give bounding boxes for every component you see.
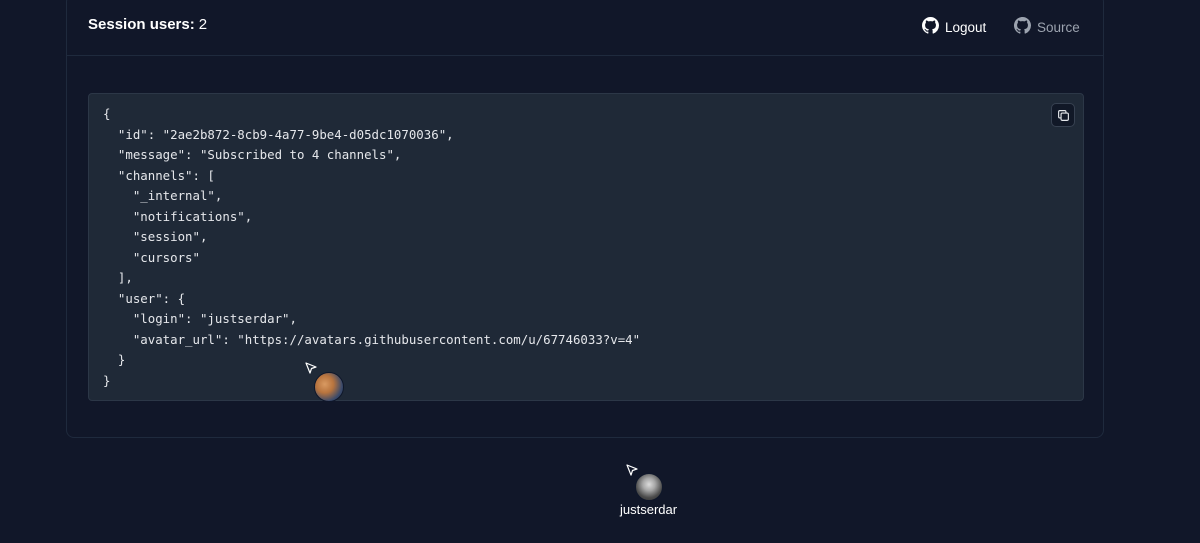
- logout-label: Logout: [945, 19, 987, 35]
- session-users-count: 2: [198, 16, 208, 33]
- github-icon: [922, 17, 939, 37]
- local-user-name: justserdar: [620, 502, 678, 517]
- session-users-label: Session users:: [88, 16, 195, 33]
- local-user-avatar: [635, 473, 663, 501]
- source-link[interactable]: Source: [1014, 17, 1080, 37]
- remote-cursor-icon: [305, 361, 317, 379]
- card-header: Session users: 2 Logout Source: [67, 0, 1103, 56]
- source-label: Source: [1037, 19, 1080, 35]
- local-cursor-icon: [626, 463, 638, 481]
- json-content: { "id": "2ae2b872-8cb9-4a77-9be4-d05dc10…: [103, 106, 641, 388]
- session-users: Session users: 2: [88, 16, 207, 33]
- copy-icon: [1057, 109, 1070, 122]
- json-code-block: { "id": "2ae2b872-8cb9-4a77-9be4-d05dc10…: [88, 93, 1084, 401]
- github-icon: [1014, 17, 1031, 37]
- session-card: Session users: 2 Logout Source { "id": "2…: [66, 0, 1104, 438]
- logout-button[interactable]: Logout: [922, 17, 986, 37]
- remote-user-avatar: [314, 372, 344, 402]
- copy-button[interactable]: [1051, 103, 1075, 127]
